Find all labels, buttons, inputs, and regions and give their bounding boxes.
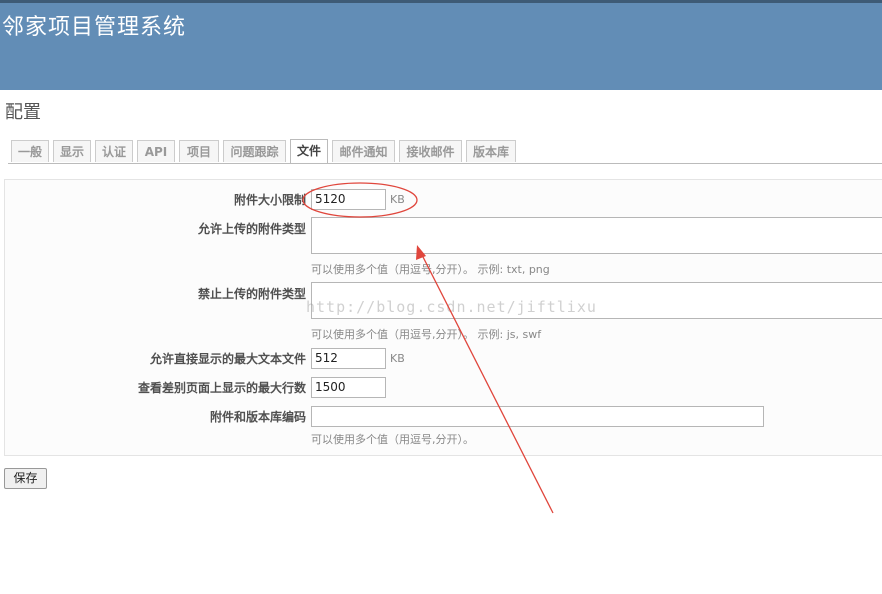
denied-types-label: 禁止上传的附件类型 [197,287,306,301]
attachment-max-size-unit: KB [390,193,405,206]
tab-incoming-emails[interactable]: 接收邮件 [399,140,462,162]
allowed-types-hint: 可以使用多个值（用逗号,分开）。 示例: txt, png [311,263,550,276]
attachment-max-size-input[interactable]: 5120 [311,189,386,210]
tab-api[interactable]: API [137,140,175,162]
tab-display[interactable]: 显示 [53,140,91,162]
app-title: 邻家项目管理系统 [2,15,187,40]
tab-email-notifications[interactable]: 邮件通知 [332,140,395,162]
encodings-label: 附件和版本库编码 [209,410,306,424]
tab-issue-tracking[interactable]: 问题跟踪 [223,140,286,162]
app-header: 邻家项目管理系统 [0,0,882,90]
denied-types-hint: 可以使用多个值（用逗号,分开）。 示例: js, swf [311,328,542,341]
max-display-size-label: 允许直接显示的最大文本文件 [149,352,306,366]
save-button[interactable]: 保存 [4,468,47,489]
encodings-input[interactable] [311,406,764,427]
tab-repositories[interactable]: 版本库 [466,140,516,162]
encodings-hint: 可以使用多个值（用逗号,分开）。 [311,433,474,446]
allowed-types-textarea[interactable] [311,217,882,254]
tab-general[interactable]: 一般 [11,140,49,162]
blog-watermark: http://blog.csdn.net/jiftlixu [306,298,597,316]
tab-authentication[interactable]: 认证 [95,140,133,162]
settings-tabs: 一般 显示 认证 API 项目 问题跟踪 文件 邮件通知 接收邮件 版本库 [8,139,882,164]
max-display-size-unit: KB [390,352,405,365]
max-display-size-input[interactable]: 512 [311,348,386,369]
tab-files[interactable]: 文件 [290,139,328,163]
attachment-max-size-label: 附件大小限制 [233,193,306,207]
page-title: 配置 [5,102,41,123]
allowed-types-label: 允许上传的附件类型 [197,222,306,236]
tab-projects[interactable]: 项目 [179,140,219,162]
diff-max-lines-input[interactable]: 1500 [311,377,386,398]
diff-max-lines-label: 查看差别页面上显示的最大行数 [137,381,306,395]
